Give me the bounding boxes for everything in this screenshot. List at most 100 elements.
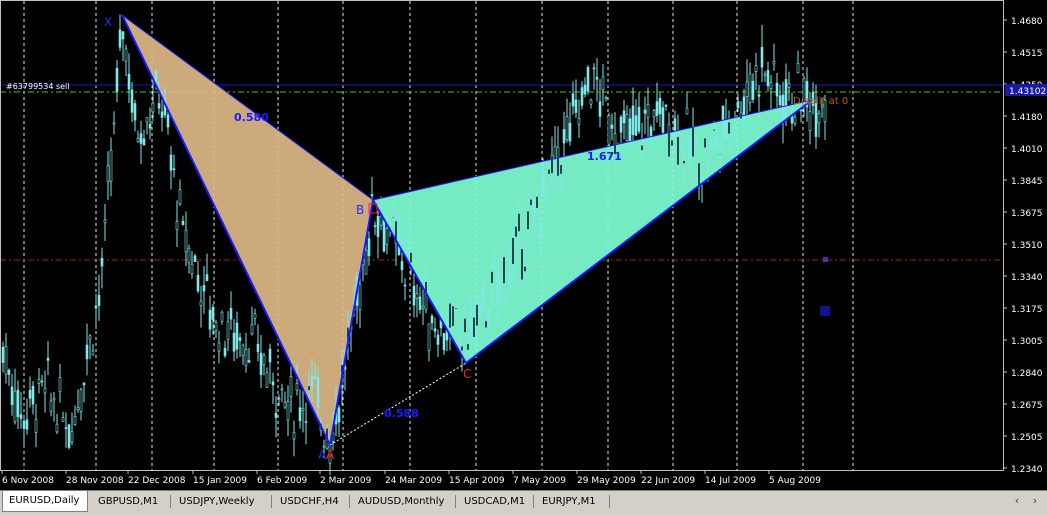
candle-body — [679, 143, 683, 149]
tab-audusd-monthly[interactable]: AUDUSD,Monthly — [352, 492, 450, 511]
candle-body — [1, 346, 5, 363]
candle-body — [43, 387, 47, 394]
candle-body — [274, 412, 278, 418]
candle-body — [673, 118, 677, 138]
tab-eurjpy-m1[interactable]: EURJPY,M1 — [536, 492, 602, 511]
candle-body — [796, 62, 800, 74]
candle-body — [148, 123, 152, 129]
candle-body — [721, 105, 725, 131]
candle-body — [304, 421, 308, 423]
candle-body — [469, 308, 473, 339]
candle-body — [280, 388, 284, 391]
candle-body — [610, 124, 614, 129]
candle-body — [121, 31, 125, 40]
candle-body — [511, 237, 515, 265]
candle-body — [565, 116, 569, 140]
chevron-right-icon[interactable]: › — [1029, 494, 1041, 507]
tab-eurusd-daily[interactable]: EURUSD,Daily — [2, 491, 88, 512]
candle-body — [535, 196, 539, 209]
xab-triangle — [122, 15, 373, 445]
candle-body — [385, 228, 389, 245]
candle-body — [670, 139, 674, 147]
candle-body — [190, 263, 194, 275]
candle-body — [508, 266, 512, 291]
candle-body — [715, 137, 719, 148]
time-tick-label: 6 Nov 2008 — [2, 476, 54, 486]
candle-body — [766, 70, 770, 87]
candle-body — [550, 154, 554, 174]
ratio-xab: 0.580 — [234, 111, 269, 124]
tab-usdjpy-weekly[interactable]: USDJPY,Weekly — [173, 492, 261, 511]
candle-body — [652, 110, 656, 118]
candle-body — [682, 160, 686, 164]
candle-body — [217, 342, 221, 352]
tab-usdchf-h4[interactable]: USDCHF,H4 — [274, 492, 345, 511]
candle-body — [31, 385, 35, 405]
candle-body — [478, 302, 482, 316]
candle-body — [514, 226, 518, 238]
price-tick-label: 1.3510 — [1011, 241, 1043, 251]
candle-body — [685, 107, 689, 115]
candle-body — [268, 348, 272, 363]
candle-body — [400, 261, 404, 271]
candle-body — [52, 397, 56, 401]
candle-body — [583, 84, 587, 95]
candle-body — [562, 129, 566, 144]
candle-body — [451, 305, 455, 327]
ratio-bcd: 1.671 — [587, 150, 622, 163]
time-tick-label: 6 Feb 2009 — [257, 476, 308, 486]
candle-body — [16, 389, 20, 417]
candle-body — [649, 126, 653, 141]
candle-body — [136, 137, 140, 143]
candle-body — [235, 322, 239, 350]
tab-gbpusd-m1[interactable]: GBPUSD,M1 — [92, 492, 164, 511]
candle-body — [193, 255, 197, 263]
candle-body — [814, 103, 818, 137]
candle-body — [433, 328, 437, 332]
chart-area[interactable]: X A A B C 0.580 1.671 0.588 D(sell) at 0 #6379953… — [0, 0, 1047, 490]
price-tick-label: 1.4180 — [1011, 113, 1043, 123]
candle-body — [484, 320, 488, 329]
candle-body — [664, 104, 668, 107]
candle-body — [187, 247, 191, 263]
candle-body — [376, 216, 380, 237]
candle-body — [430, 315, 434, 324]
price-tick-label: 1.3175 — [1011, 305, 1043, 315]
candle-body — [694, 150, 698, 152]
candle-body — [13, 390, 17, 423]
candle-body — [505, 300, 509, 304]
price-tick-label: 1.3005 — [1011, 337, 1043, 347]
time-tick-label: 15 Apr 2009 — [449, 476, 505, 486]
price-chart[interactable]: XA ABC0.5801.6710.588D(sell) at 0#6379953… — [0, 0, 1047, 490]
candle-body — [28, 389, 32, 399]
candle-body — [778, 95, 782, 106]
candle-body — [271, 381, 275, 386]
candle-body — [109, 150, 113, 182]
candle-body — [124, 48, 128, 62]
candle-body — [757, 94, 761, 97]
candle-body — [253, 313, 257, 319]
candle-body — [211, 306, 215, 320]
candle-body — [415, 293, 419, 299]
candle-body — [397, 228, 401, 256]
candle-body — [337, 407, 341, 423]
candle-body — [436, 334, 440, 345]
candle-body — [589, 99, 593, 105]
candle-body — [403, 284, 407, 287]
tab-usdcad-m1[interactable]: USDCAD,M1 — [458, 492, 531, 511]
candle-body — [442, 333, 446, 351]
candle-body — [202, 285, 206, 292]
candle-body — [763, 73, 767, 76]
candle-body — [553, 146, 557, 160]
candle-body — [634, 115, 638, 136]
chevron-left-icon[interactable]: ‹ — [1011, 494, 1023, 507]
candle-body — [730, 142, 734, 144]
candle-body — [703, 137, 707, 149]
candle-body — [529, 198, 533, 206]
candle-body — [745, 81, 749, 97]
candle-body — [676, 136, 680, 166]
tab-separator — [271, 495, 272, 508]
time-tick-label: 22 Dec 2008 — [128, 476, 186, 486]
candle-body — [541, 168, 545, 195]
candle-body — [724, 119, 728, 140]
